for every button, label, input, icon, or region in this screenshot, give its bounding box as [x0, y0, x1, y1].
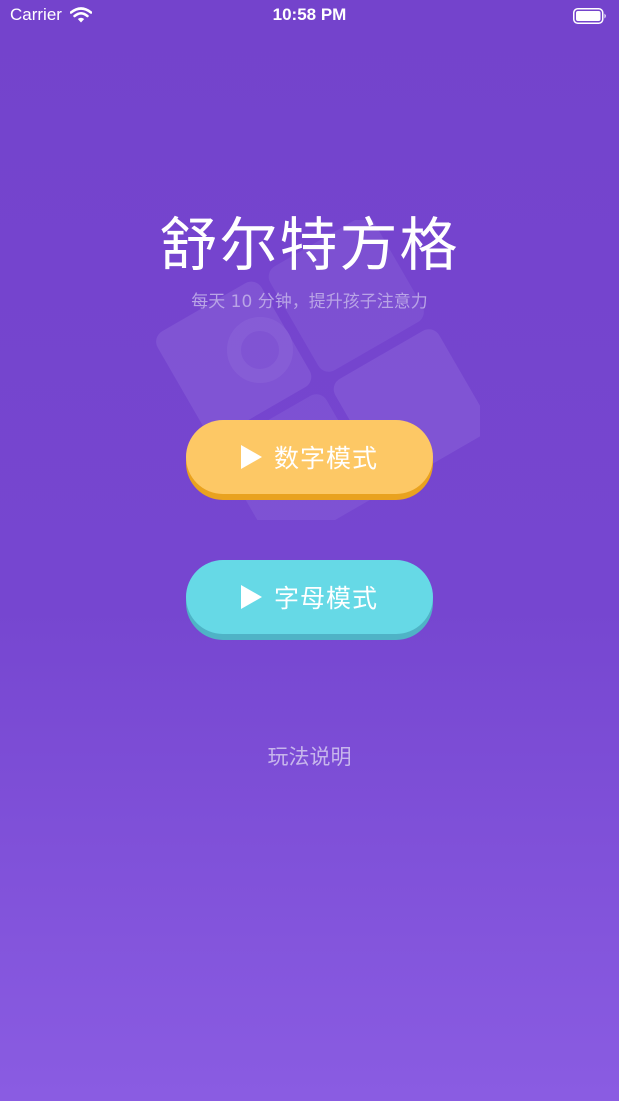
battery-icon: [573, 8, 606, 24]
status-bar: Carrier 10:58 PM: [0, 0, 619, 34]
button-face: 数字模式: [186, 420, 433, 494]
play-icon: [240, 585, 262, 609]
number-mode-label: 数字模式: [273, 445, 378, 473]
page-title: 舒尔特方格: [159, 211, 460, 279]
letter-mode-label: 字母模式: [273, 585, 378, 613]
button-face: 字母模式: [186, 560, 433, 634]
page-subtitle: 每天 10 分钟，提升孩子注意力: [191, 292, 428, 312]
letter-mode-button[interactable]: 字母模式: [186, 560, 433, 640]
app-screen: Carrier 10:58 PM 舒尔特方格 每天 10 分钟，提升孩子注意力 …: [0, 0, 619, 1101]
play-icon: [240, 445, 262, 469]
status-time: 10:58 PM: [272, 5, 347, 24]
number-mode-button[interactable]: 数字模式: [186, 420, 433, 500]
instructions-link[interactable]: 玩法说明: [0, 741, 619, 771]
